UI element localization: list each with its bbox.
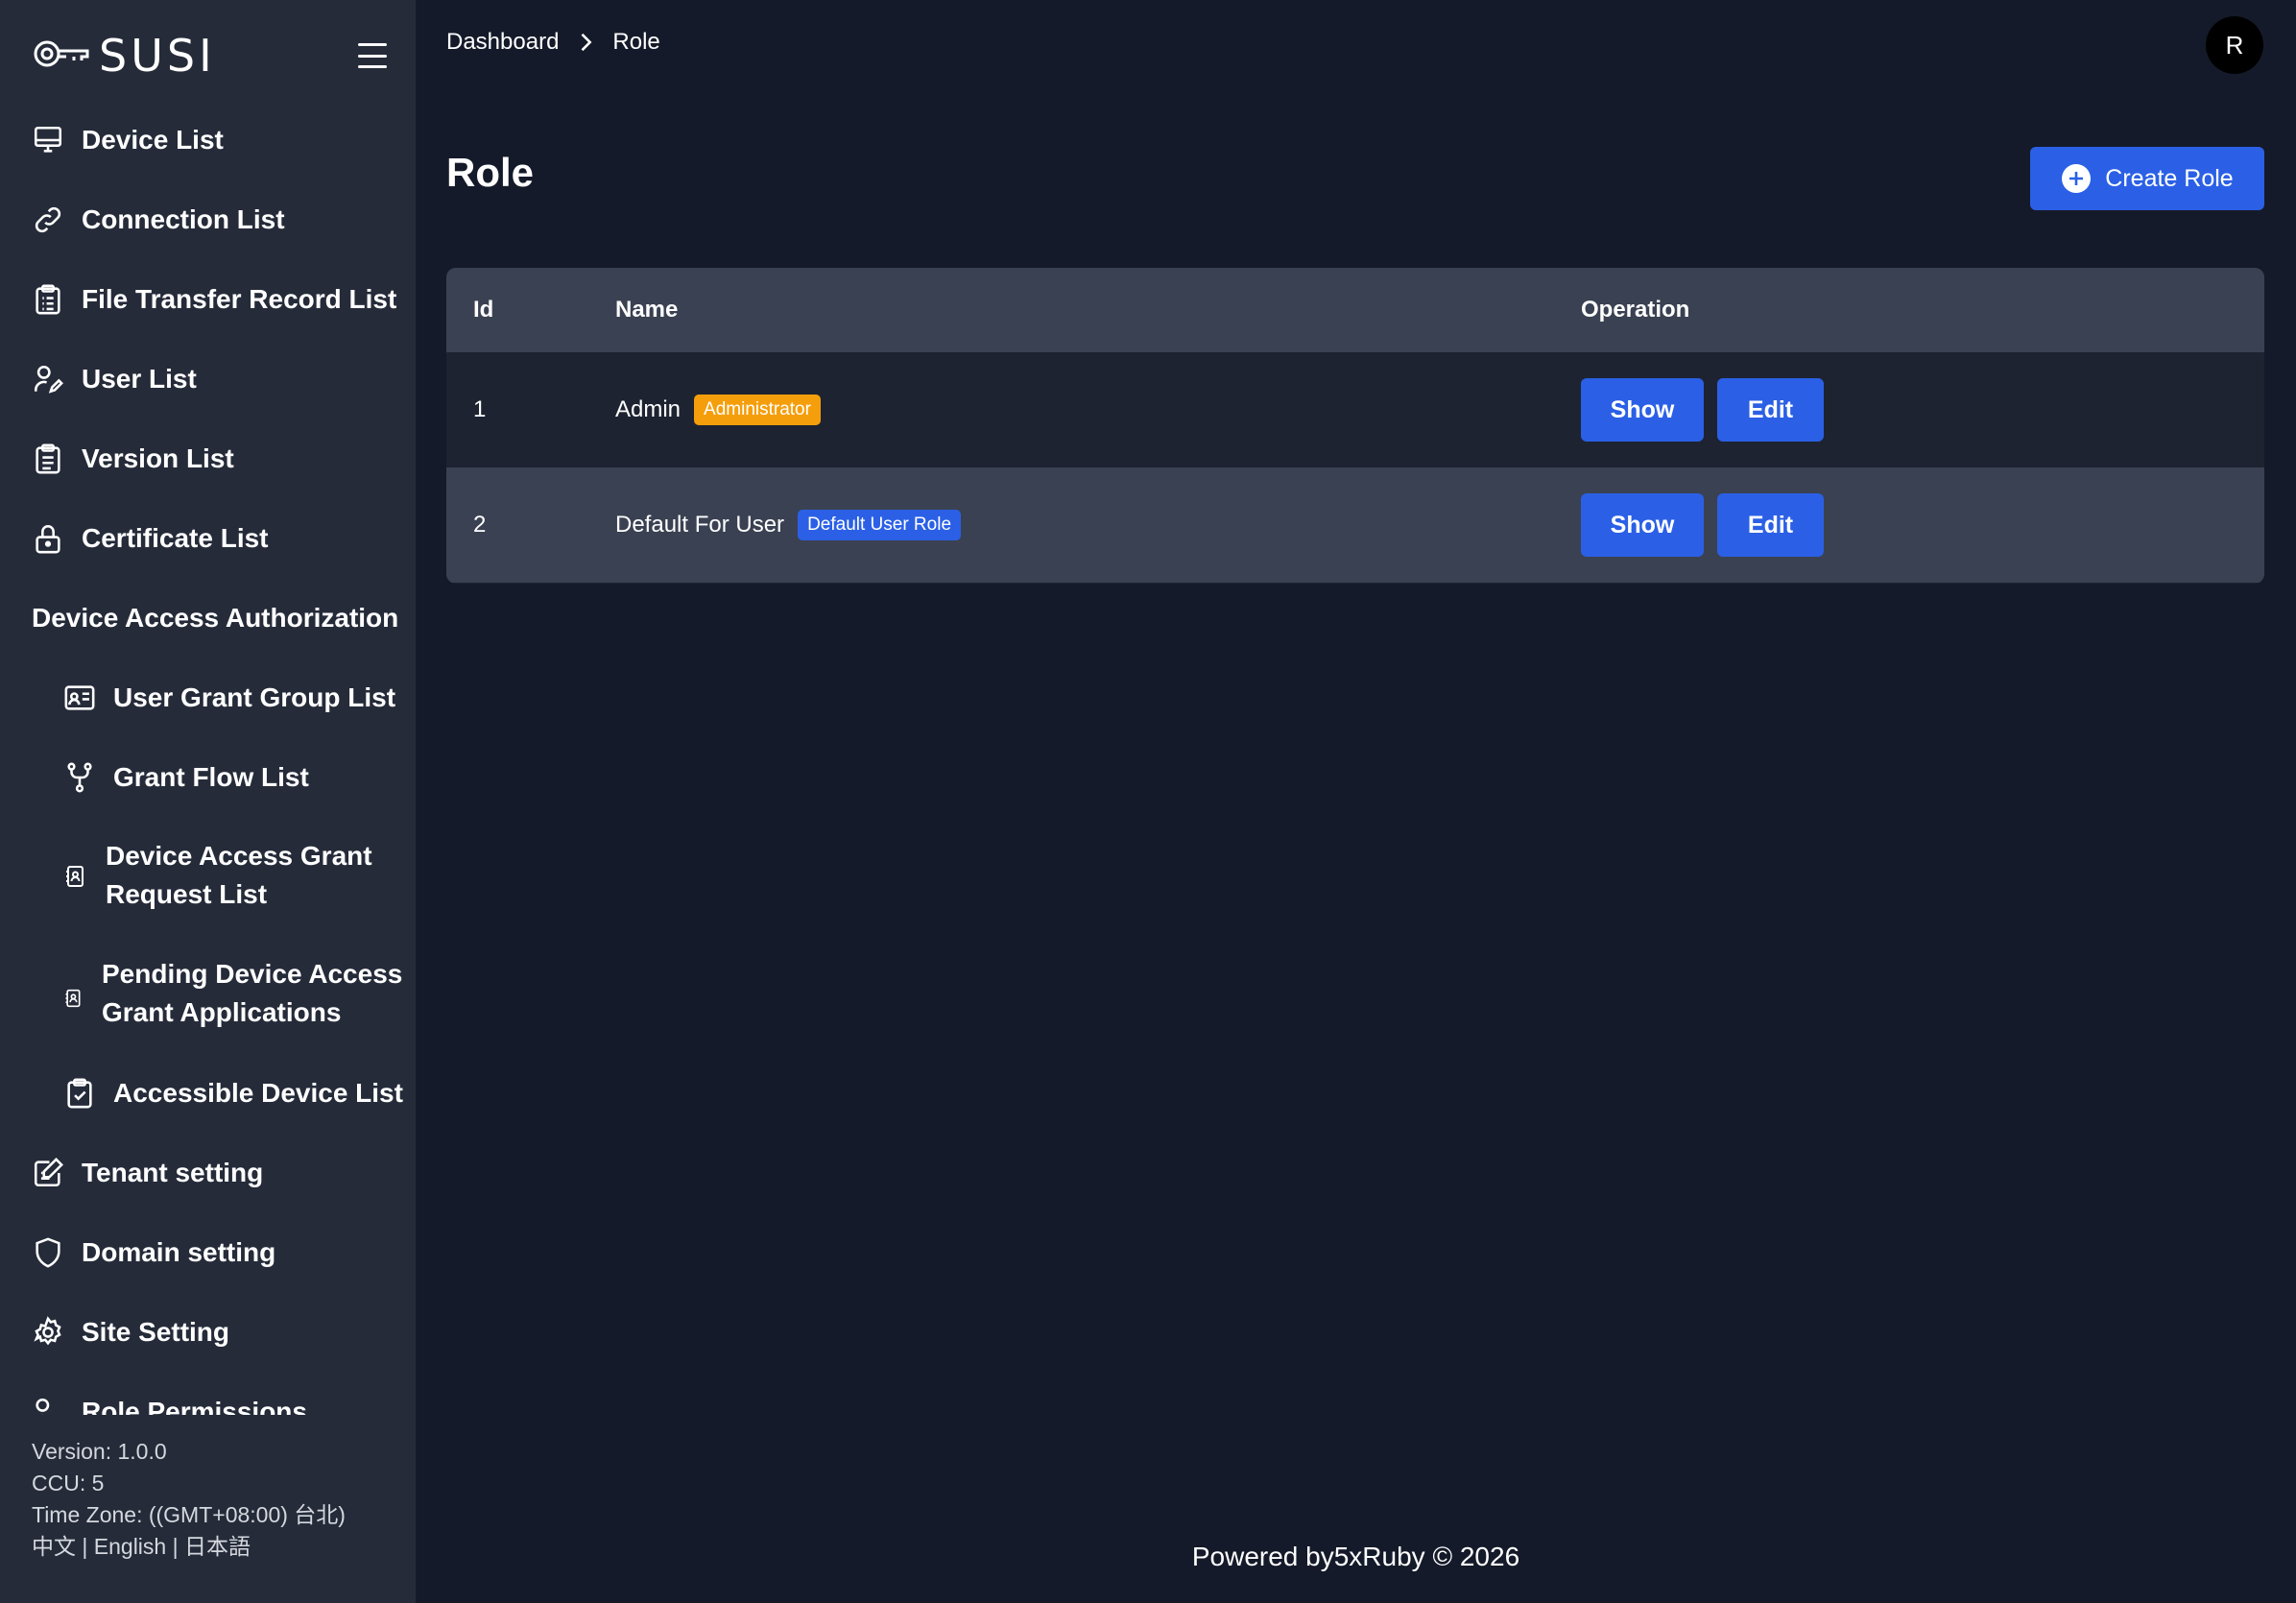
breadcrumb: Dashboard Role xyxy=(446,29,660,56)
sidebar-item-device-access-grant-request-list[interactable]: Device Access Grant Request List xyxy=(63,837,372,914)
create-role-label: Create Role xyxy=(2105,164,2234,192)
user-key-icon xyxy=(32,1396,64,1415)
role-badge: Default User Role xyxy=(798,510,962,540)
sidebar-item-pending-device-access-grant-applications[interactable]: Pending Device Access Grant Applications xyxy=(63,955,402,1032)
table-row: 1 Admin Administrator Show Edit xyxy=(446,352,2264,467)
sidebar-item-device-list[interactable]: Device List xyxy=(32,121,224,159)
logo[interactable]: SUSI xyxy=(32,34,216,78)
clipboard-list-icon xyxy=(32,443,64,475)
lang-separator: | xyxy=(76,1534,94,1559)
version-text: Version: 1.0.0 xyxy=(32,1439,167,1464)
column-header-name: Name xyxy=(615,268,1581,352)
timezone-text: Time Zone: ((GMT+08:00) 台北) xyxy=(32,1502,346,1527)
cell-name: Admin Administrator xyxy=(615,352,1581,467)
sidebar-item-label-line2: Request List xyxy=(106,879,268,909)
lang-ja-link[interactable]: 日本語 xyxy=(184,1534,251,1559)
chevron-right-icon xyxy=(572,29,599,56)
sidebar-item-certificate-list[interactable]: Certificate List xyxy=(32,519,269,558)
sidebar-group-device-access-authorization[interactable]: Device Access Authorization xyxy=(32,599,398,637)
clipboard-list-icon xyxy=(32,283,64,316)
sidebar-item-label-line1: Pending Device Access xyxy=(102,959,403,989)
edit-button[interactable]: Edit xyxy=(1717,493,1824,557)
sidebar-footer: Version: 1.0.0 CCU: 5 Time Zone: ((GMT+0… xyxy=(32,1436,346,1563)
plus-circle-icon xyxy=(2061,163,2092,194)
table-row: 2 Default For User Default User Role Sho… xyxy=(446,467,2264,583)
avatar[interactable]: R xyxy=(2206,16,2263,74)
shield-icon xyxy=(32,1236,64,1269)
cell-id: 1 xyxy=(446,352,615,467)
edit-button[interactable]: Edit xyxy=(1717,378,1824,442)
sidebar-item-file-transfer-record-list[interactable]: File Transfer Record List xyxy=(32,280,396,319)
sidebar-item-role-permissions[interactable]: Role Permissions xyxy=(32,1393,307,1415)
link-icon xyxy=(32,203,64,236)
create-role-button[interactable]: Create Role xyxy=(2030,147,2264,210)
sidebar-item-grant-flow-list[interactable]: Grant Flow List xyxy=(63,758,309,797)
git-fork-icon xyxy=(63,761,96,794)
cell-name: Default For User Default User Role xyxy=(615,467,1581,583)
clipboard-check-icon xyxy=(63,1077,96,1110)
cell-operation: Show Edit xyxy=(1581,467,2264,583)
column-header-id: Id xyxy=(446,268,615,352)
cell-id: 2 xyxy=(446,467,615,583)
contact-book-icon xyxy=(63,984,83,1008)
breadcrumb-dashboard-link[interactable]: Dashboard xyxy=(446,29,559,56)
sidebar-item-accessible-device-list[interactable]: Accessible Device List xyxy=(63,1074,403,1113)
page-title: Role xyxy=(446,150,535,195)
sidebar-item-user-grant-group-list[interactable]: User Grant Group List xyxy=(63,679,395,717)
lang-zh-link[interactable]: 中文 xyxy=(32,1534,76,1559)
id-card-icon xyxy=(63,682,96,714)
column-header-operation: Operation xyxy=(1581,268,2264,352)
lang-en-link[interactable]: English xyxy=(94,1534,166,1559)
page-footer: Powered by5xRuby © 2026 xyxy=(1191,1542,1520,1571)
sidebar-item-version-list[interactable]: Version List xyxy=(32,440,234,478)
role-name: Admin xyxy=(615,396,682,422)
key-logo-icon xyxy=(32,38,91,74)
sidebar: SUSI Device List Connection List File Tr… xyxy=(0,0,416,1603)
show-button[interactable]: Show xyxy=(1581,378,1704,442)
role-badge: Administrator xyxy=(694,395,821,425)
show-button[interactable]: Show xyxy=(1581,493,1704,557)
roles-table: Id Name Operation 1 Admin Administrator … xyxy=(446,268,2264,584)
sidebar-item-label-line1: Device Access Grant xyxy=(106,841,372,871)
ccu-text: CCU: 5 xyxy=(32,1471,105,1495)
edit-note-icon xyxy=(32,1157,64,1189)
role-name: Default For User xyxy=(615,512,785,538)
language-switcher: 中文 | English | 日本語 xyxy=(32,1531,346,1563)
sidebar-item-label-line2: Grant Applications xyxy=(102,997,342,1027)
sidebar-item-domain-setting[interactable]: Domain setting xyxy=(32,1233,275,1272)
sidebar-item-site-setting[interactable]: Site Setting xyxy=(32,1313,229,1352)
sidebar-nav: Device List Connection List File Transfe… xyxy=(0,100,416,1415)
logo-text: SUSI xyxy=(99,30,216,82)
breadcrumb-current: Role xyxy=(612,29,660,55)
sidebar-item-user-list[interactable]: User List xyxy=(32,360,197,398)
lang-separator: | xyxy=(166,1534,184,1559)
cell-operation: Show Edit xyxy=(1581,352,2264,467)
table-header-row: Id Name Operation xyxy=(446,268,2264,352)
sidebar-item-connection-list[interactable]: Connection List xyxy=(32,201,285,239)
gear-icon xyxy=(32,1316,64,1349)
contact-book-icon xyxy=(63,864,86,887)
sidebar-item-tenant-setting[interactable]: Tenant setting xyxy=(32,1154,263,1192)
lock-icon xyxy=(32,522,64,555)
menu-toggle-icon[interactable] xyxy=(358,43,387,68)
user-pen-icon xyxy=(32,363,64,395)
sidebar-header: SUSI xyxy=(32,31,387,81)
monitor-icon xyxy=(32,124,64,156)
